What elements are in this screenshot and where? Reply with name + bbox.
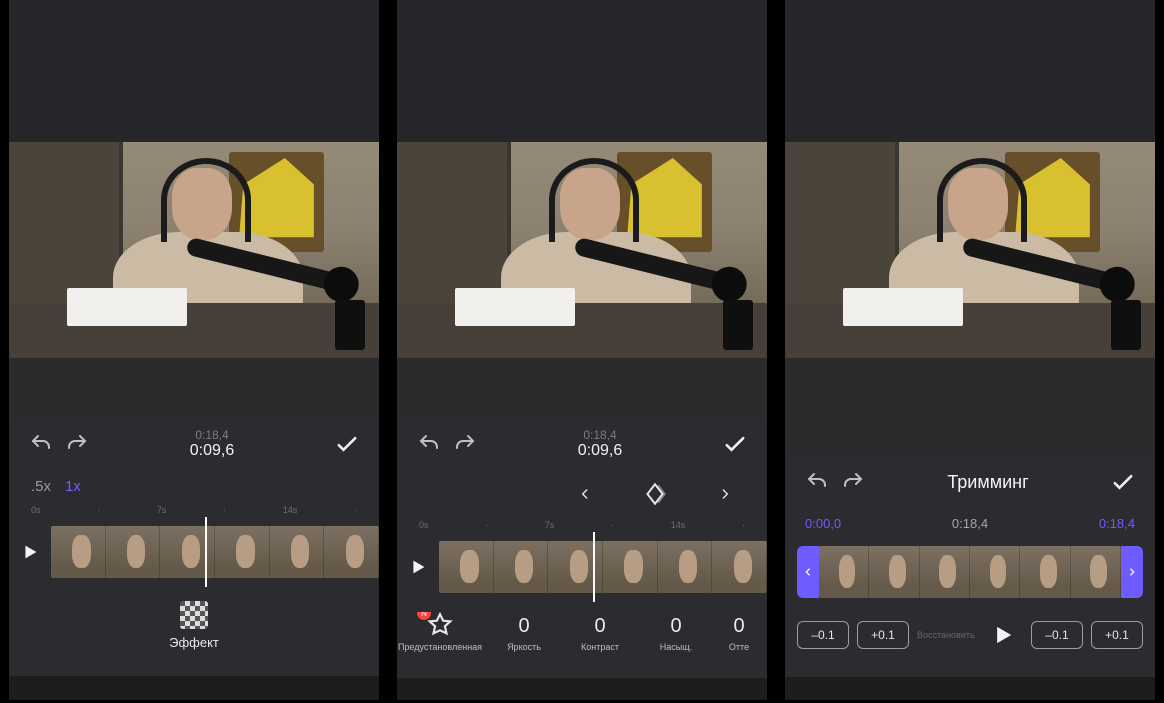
play-button[interactable] (407, 556, 429, 578)
restore-label[interactable]: Восстановить (917, 630, 975, 640)
brightness-control[interactable]: 0 Яркость (486, 615, 562, 652)
trim-handle-right[interactable] (1121, 546, 1143, 598)
tick-2: 14s (671, 520, 686, 530)
editor-panel-adjust: 0:18,4 0:09,6 0s · 7s · 14s · (397, 0, 767, 700)
under-video-spacer (9, 358, 379, 420)
filmstrip[interactable] (9, 517, 379, 587)
trim-end-time: 0:18,4 (1099, 516, 1135, 531)
tick-0: 0s (31, 505, 41, 515)
effect-label: Эффект (169, 635, 219, 650)
undo-button[interactable] (799, 464, 835, 500)
end-plus-button[interactable]: +0.1 (1091, 621, 1143, 649)
video-preview[interactable] (9, 142, 379, 358)
preset-button[interactable]: N Предустановленная (394, 612, 486, 652)
time-total: 0:18,4 (195, 429, 228, 442)
redo-button[interactable] (835, 464, 871, 500)
speed-half[interactable]: .5x (31, 478, 51, 495)
play-button[interactable] (19, 541, 41, 563)
confirm-button[interactable] (1105, 464, 1141, 500)
confirm-button[interactable] (329, 426, 365, 462)
tick-1: 7s (157, 505, 167, 515)
video-preview[interactable] (785, 142, 1155, 358)
hue-label: Отте (729, 642, 749, 652)
contrast-value: 0 (594, 615, 605, 638)
editor-panel-trim: Тримминг 0:00,0 0:18,4 0:18,4 –0.1 +0.1 … (785, 0, 1155, 700)
time-display: 0:18,4 0:09,6 (578, 429, 622, 460)
play-button[interactable] (989, 621, 1017, 649)
filmstrip[interactable] (785, 537, 1155, 607)
saturation-value: 0 (670, 615, 681, 638)
video-preview[interactable] (397, 142, 767, 358)
brightness-value: 0 (518, 615, 529, 638)
start-plus-button[interactable]: +0.1 (857, 621, 909, 649)
hue-value: 0 (733, 615, 744, 638)
confirm-button[interactable] (717, 426, 753, 462)
end-minus-button[interactable]: –0.1 (1031, 621, 1083, 649)
trim-mid-time: 0:18,4 (952, 516, 988, 531)
trim-handle-left[interactable] (797, 546, 819, 598)
top-spacer (9, 0, 379, 142)
contrast-control[interactable]: 0 Контраст (562, 615, 638, 652)
filmstrip[interactable] (397, 532, 767, 602)
trim-start-time: 0:00,0 (805, 516, 841, 531)
next-button[interactable] (707, 476, 743, 512)
prev-button[interactable] (567, 476, 603, 512)
time-display: 0:18,4 0:09,6 (190, 429, 234, 460)
speed-selector[interactable]: .5x 1x (9, 468, 379, 505)
keyframe-icon[interactable] (637, 476, 673, 512)
time-current: 0:09,6 (190, 442, 234, 460)
under-video-spacer (397, 358, 767, 420)
saturation-label: Насыщ. (660, 642, 692, 652)
top-spacer (397, 0, 767, 142)
hue-control[interactable]: 0 Отте (714, 615, 764, 652)
time-total: 0:18,4 (583, 429, 616, 442)
panel-title: Тримминг (947, 472, 1028, 493)
speed-one[interactable]: 1x (65, 478, 81, 495)
brightness-label: Яркость (507, 642, 541, 652)
tick-2: 14s (283, 505, 298, 515)
editor-panel-effect: 0:18,4 0:09,6 .5x 1x 0s · 7s · 14s · Эфф… (9, 0, 379, 700)
redo-button[interactable] (447, 426, 483, 462)
under-video-spacer (785, 358, 1155, 458)
saturation-control[interactable]: 0 Насыщ. (638, 615, 714, 652)
timeline-ticks: 0s · 7s · 14s · (9, 505, 379, 517)
effect-icon[interactable] (180, 601, 208, 629)
top-spacer (785, 0, 1155, 142)
undo-button[interactable] (411, 426, 447, 462)
preset-label: Предустановленная (398, 642, 482, 652)
tick-0: 0s (419, 520, 429, 530)
undo-button[interactable] (23, 426, 59, 462)
tick-1: 7s (545, 520, 555, 530)
start-minus-button[interactable]: –0.1 (797, 621, 849, 649)
time-current: 0:09,6 (578, 442, 622, 460)
timeline-ticks: 0s · 7s · 14s · (397, 520, 767, 532)
contrast-label: Контраст (581, 642, 619, 652)
redo-button[interactable] (59, 426, 95, 462)
